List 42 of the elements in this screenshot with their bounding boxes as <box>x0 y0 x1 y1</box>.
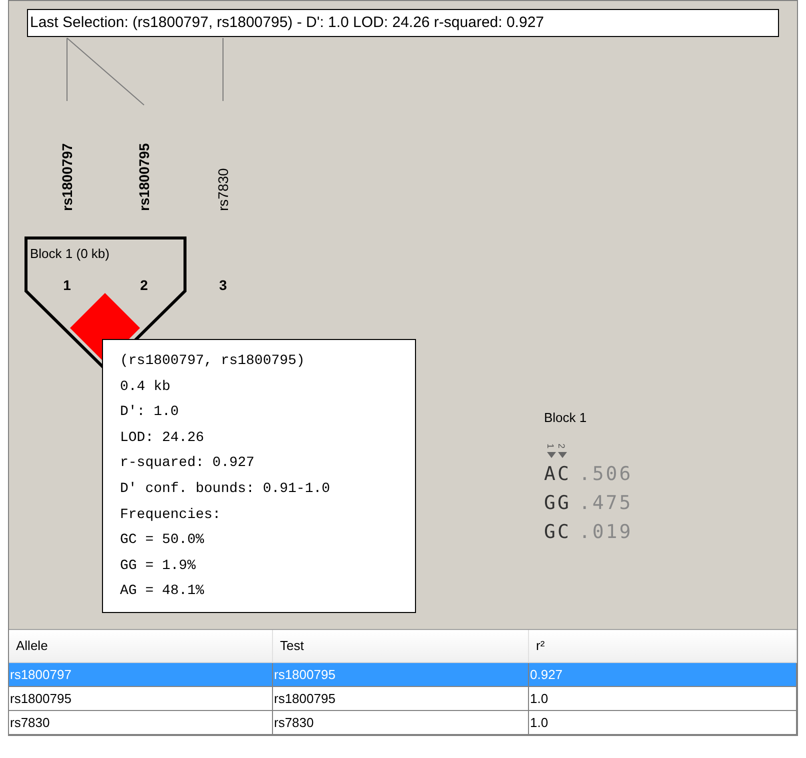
haplotype-alleles: GG <box>544 491 571 516</box>
tooltip-line: GC = 50.0% <box>120 531 206 550</box>
tooltip-line: LOD: 24.26 <box>120 428 206 448</box>
table-cell: rs1800795 <box>9 687 273 710</box>
haplotype-alleles: GC <box>544 520 571 545</box>
marker-number: 2 <box>557 444 567 448</box>
marker-number: 2 <box>139 276 149 295</box>
tooltip-line: 0.4 kb <box>120 378 172 397</box>
column-header[interactable]: Test <box>273 630 529 662</box>
tooltip-line: D': 1.0 <box>120 403 180 422</box>
leader-line <box>222 38 224 102</box>
selection-label: Last Selection: (rs1800797, rs1800795) - D': 1.0 LOD: 24.26 r-squared: 0.927 <box>27 9 779 37</box>
haplotype-alleles: AC <box>544 462 571 487</box>
tooltip-line: D' conf. bounds: 0.91-1.0 <box>120 480 332 499</box>
table-cell: 1.0 <box>529 687 797 710</box>
block-label: Block 1 (0 kb) <box>30 246 110 262</box>
haplotype-frequency: .506 <box>578 462 633 487</box>
table-row[interactable]: rs1800795 rs1800795 1.0 <box>9 687 797 711</box>
marker-label: rs1800797 <box>59 143 75 211</box>
marker-label: rs1800795 <box>136 143 152 211</box>
tooltip-line: r-squared: 0.927 <box>120 454 256 474</box>
table-cell: 1.0 <box>529 711 797 734</box>
haplotype-title: Block 1 <box>544 409 588 427</box>
table-cell: rs1800795 <box>273 687 529 710</box>
marker-number: 3 <box>218 276 228 295</box>
tooltip-line: Frequencies: <box>120 506 222 525</box>
haplotype-frequency: .475 <box>578 491 633 516</box>
column-header[interactable]: r² <box>529 630 797 662</box>
tooltip-line: AG = 48.1% <box>120 582 206 602</box>
marker-number: 1 <box>62 276 72 295</box>
table-cell: rs7830 <box>9 711 273 734</box>
table-cell: rs1800795 <box>273 663 529 686</box>
tooltip-line: GG = 1.9% <box>120 556 197 576</box>
table-cell: 0.927 <box>529 663 797 686</box>
tooltip-line: (rs1800797, rs1800795) <box>120 352 306 371</box>
table-cell: rs1800797 <box>9 663 273 686</box>
marker-label: rs7830 <box>215 168 231 211</box>
haplotype-frequency: .019 <box>578 520 633 545</box>
marker-number: 1 <box>546 444 556 448</box>
table-row[interactable]: rs7830 rs7830 1.0 <box>9 711 797 735</box>
table-cell: rs7830 <box>273 711 529 734</box>
column-header[interactable]: Allele <box>9 630 273 662</box>
